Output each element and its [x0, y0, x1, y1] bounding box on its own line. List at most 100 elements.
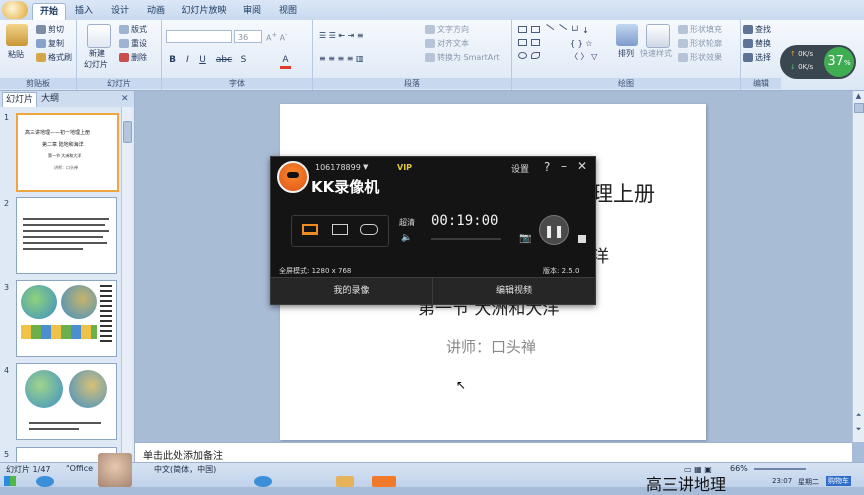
fullscreen-mode-icon[interactable] [302, 224, 318, 235]
font-size-input[interactable]: 36 [234, 30, 262, 43]
tab-animation[interactable]: 动画 [142, 3, 170, 19]
kk-settings-button[interactable]: 设置 [511, 162, 529, 175]
ie-taskbar-icon[interactable] [36, 476, 54, 487]
arrange-icon[interactable] [616, 24, 638, 46]
tab-slides-thumbnails[interactable]: 幻灯片 [2, 92, 38, 107]
scroll-thumb[interactable] [854, 103, 864, 113]
minimize-icon[interactable]: – [561, 159, 567, 173]
rect2-shape-icon[interactable] [518, 39, 527, 46]
cut-button[interactable]: 剪切 [36, 24, 64, 35]
my-recordings-button[interactable]: 我的录像 [271, 277, 433, 304]
kk-taskbar-icon[interactable] [372, 476, 396, 487]
close-icon[interactable]: ✕ [577, 159, 587, 173]
window-mode-icon[interactable] [332, 224, 348, 235]
help-icon[interactable]: ? [544, 160, 550, 174]
taskbar-icon[interactable] [336, 476, 354, 487]
slide-vertical-scrollbar[interactable]: ▲ ⏶ ⏷ [852, 91, 864, 442]
tab-insert[interactable]: 插入 [70, 3, 98, 19]
new-slide-icon[interactable] [87, 24, 111, 48]
slide-thumbnail-4[interactable] [16, 363, 117, 440]
slide-thumbnail-2[interactable] [16, 197, 117, 274]
kk-user-id[interactable]: 106178899 [315, 163, 361, 172]
bullets-icon[interactable]: ☰ ☰ ⇤ ⇥ ≡ [319, 31, 364, 40]
clipboard-group-label: 剪贴板 [0, 78, 76, 89]
notes-placeholder: 单击此处添加备注 [143, 451, 223, 462]
line-shape-icon[interactable] [542, 24, 555, 35]
italic-button[interactable]: I [182, 55, 193, 66]
ime-badge[interactable]: 购物车 [826, 476, 851, 486]
text-direction-button[interactable]: 文字方向 [425, 24, 469, 35]
strikethrough-button[interactable]: abc [214, 55, 234, 66]
shape-effects-button[interactable]: 形状效果 [678, 52, 722, 63]
camera-icon[interactable]: 📷 [519, 233, 531, 244]
game-mode-icon[interactable] [360, 224, 378, 235]
kk-quality-label[interactable]: 超清 [399, 217, 415, 228]
font-name-input[interactable] [166, 30, 232, 43]
tab-review[interactable]: 审阅 [238, 3, 266, 19]
slides-panel-scrollbar[interactable] [121, 107, 132, 462]
quick-styles-button[interactable]: 快速样式 [640, 48, 672, 59]
volume-slider[interactable] [431, 238, 501, 240]
memory-percent-circle[interactable]: 37% [824, 47, 854, 77]
curve-shape-icon[interactable] [531, 52, 540, 59]
close-icon[interactable]: ✕ [118, 92, 132, 106]
pause-button[interactable]: ❚❚ [539, 215, 569, 245]
tab-view[interactable]: 视图 [274, 3, 302, 19]
chevron-down-icon[interactable]: ▼ [363, 163, 368, 171]
reset-button[interactable]: 重设 [119, 38, 147, 49]
new-slide-button-line2[interactable]: 幻灯片 [84, 59, 108, 70]
tab-slideshow[interactable]: 幻灯片放映 [178, 3, 230, 19]
find-button[interactable]: 查找 [743, 24, 771, 35]
textbox-shape-icon[interactable] [531, 26, 540, 33]
taskbar-icon[interactable] [254, 476, 272, 487]
arrow-shape-icon[interactable] [555, 24, 568, 35]
zoom-slider[interactable] [754, 468, 806, 470]
volume-icon[interactable]: 🔈 [401, 233, 412, 243]
align-text-button[interactable]: 对齐文本 [425, 38, 469, 49]
layout-button[interactable]: 版式 [119, 24, 147, 35]
select-button[interactable]: 选择 [743, 52, 771, 63]
slide-thumbnail-3[interactable] [16, 280, 117, 357]
edit-video-button[interactable]: 编辑视频 [433, 277, 595, 304]
tab-design[interactable]: 设计 [106, 3, 134, 19]
delete-slide-button[interactable]: 删除 [119, 52, 147, 63]
shadow-button[interactable]: S [238, 55, 249, 66]
quick-styles-icon[interactable] [646, 24, 670, 48]
format-painter-button[interactable]: 格式刷 [36, 52, 72, 63]
copy-button[interactable]: 复制 [36, 38, 64, 49]
align-buttons-icon[interactable]: ≡ ≡ ≡ ≡ ▥ [319, 54, 364, 63]
slide-thumbnail-1[interactable]: 高三讲地理——初一地理上册 第二章 陆地和海洋 第一节 大洲和大洋 讲师：口头禅 [16, 113, 119, 192]
circle-shape-icon[interactable] [518, 52, 527, 59]
arrange-button[interactable]: 排列 [618, 48, 634, 59]
notes-pane[interactable]: 单击此处添加备注 [135, 442, 852, 463]
tab-outline[interactable]: 大纲 [38, 92, 62, 106]
new-slide-button[interactable]: 新建 [89, 48, 105, 59]
tab-home[interactable]: 开始 [32, 3, 66, 20]
convert-smartart-button[interactable]: 转换为 SmartArt [425, 52, 500, 63]
network-speed-widget[interactable]: ↑ 0K/s ↓ 0K/s 37% [780, 45, 856, 79]
zoom-level[interactable]: 66% [730, 464, 748, 473]
paste-button[interactable]: 粘贴 [8, 49, 24, 60]
shape-fill-button[interactable]: 形状填充 [678, 24, 722, 35]
triangle-shape-icon[interactable] [531, 39, 540, 46]
font-color-icon[interactable]: A [280, 55, 291, 69]
scroll-thumb[interactable] [123, 121, 132, 143]
replace-button[interactable]: 替换 [743, 38, 771, 49]
rectangle-shape-icon[interactable] [518, 26, 527, 33]
editing-group-label: 编辑 [741, 78, 781, 89]
scroll-up-icon[interactable]: ▲ [854, 92, 863, 101]
stop-button[interactable] [578, 235, 586, 243]
thumb-sub2: 第一节 大洲和大洋 [48, 153, 82, 158]
shape-outline-button[interactable]: 形状轮廓 [678, 38, 722, 49]
start-button-icon[interactable] [4, 476, 16, 486]
outline-icon [678, 39, 688, 48]
kk-vip-badge[interactable]: VIP [397, 163, 412, 172]
grow-font-icon[interactable]: A+ A- [266, 31, 287, 43]
more-shapes-icon[interactable]: └┘ ↓{ } ☆ 〈 〉 ▽ [570, 24, 597, 63]
bold-button[interactable]: B [167, 55, 178, 66]
underline-button[interactable]: U [197, 55, 208, 66]
office-button[interactable] [2, 1, 28, 19]
paste-icon[interactable] [6, 24, 28, 46]
prev-slide-icon[interactable]: ⏶ [854, 411, 863, 420]
next-slide-icon[interactable]: ⏷ [854, 425, 863, 434]
